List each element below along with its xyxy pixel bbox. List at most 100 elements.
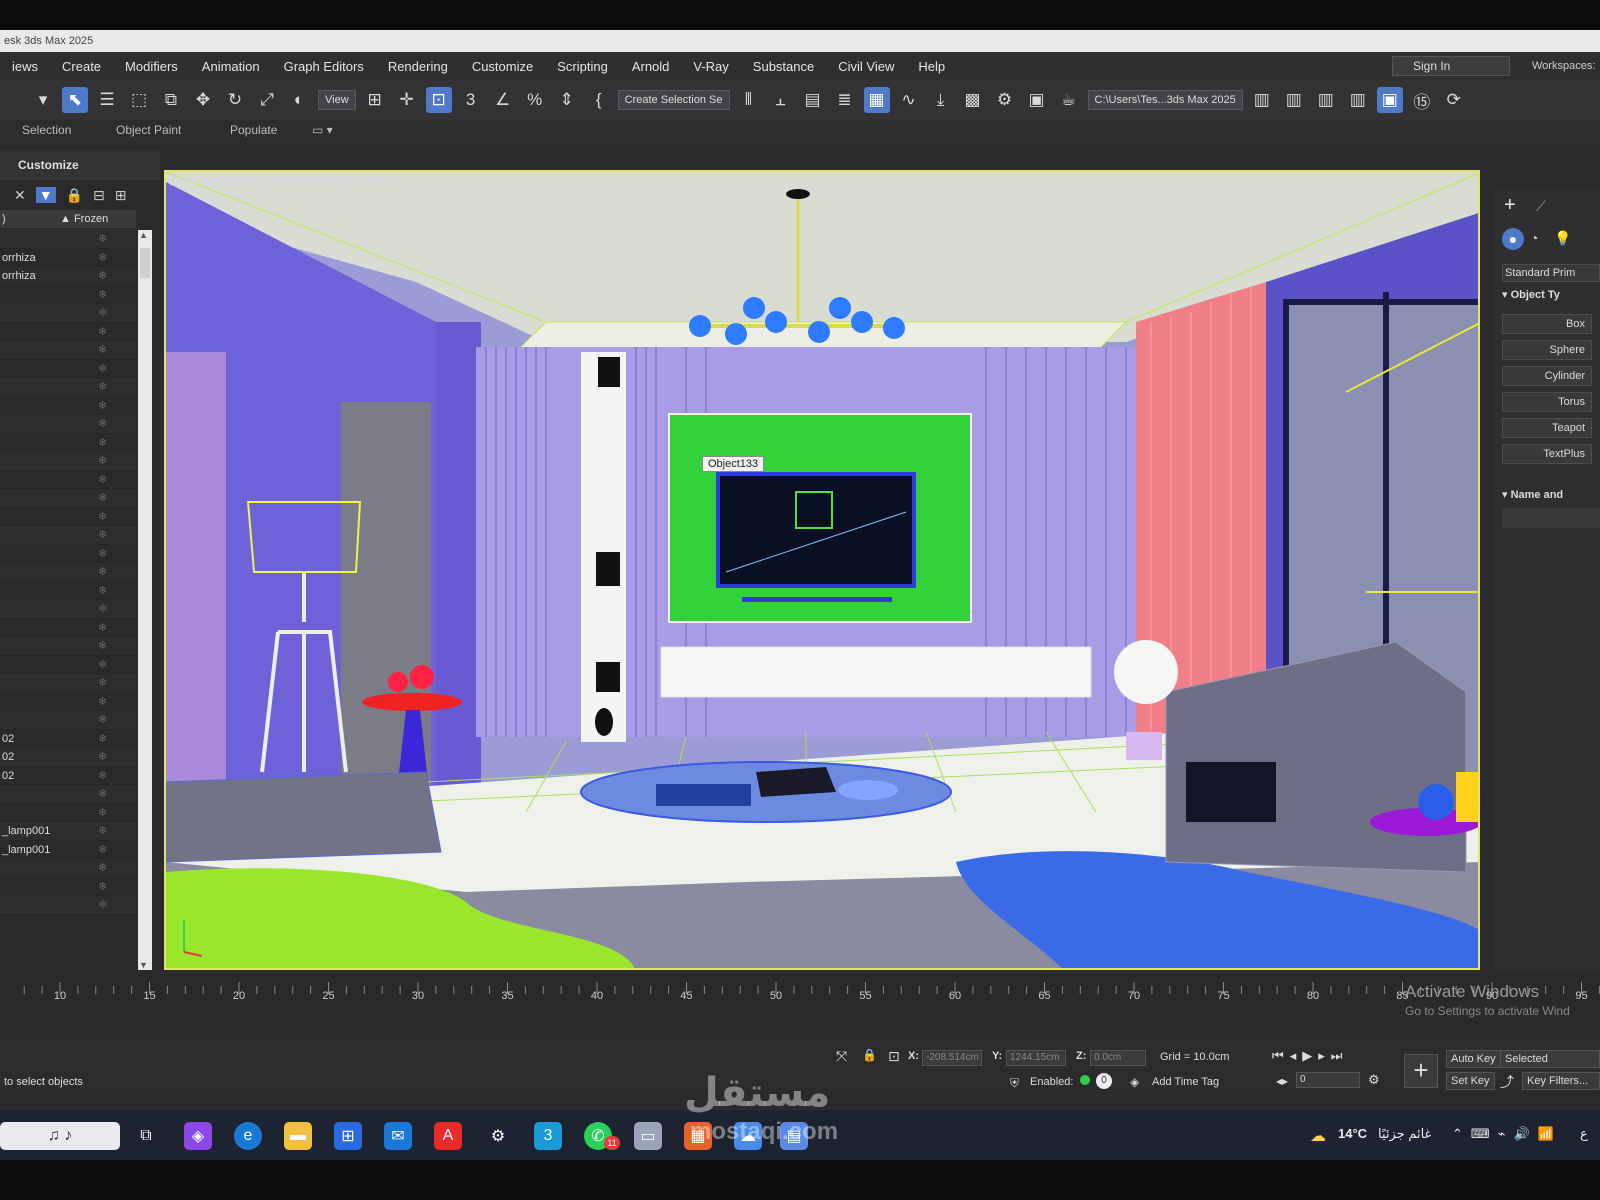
place-icon[interactable]: ◐ — [286, 87, 312, 113]
primitive-type-dropdown[interactable]: Standard Prim — [1502, 264, 1600, 282]
scrollbar-thumb[interactable] — [140, 248, 150, 278]
language-indicator[interactable]: ع — [1580, 1126, 1588, 1142]
close-icon[interactable]: ✕ — [14, 187, 26, 204]
copilot-icon[interactable]: ◈ — [184, 1122, 212, 1150]
scene-row[interactable]: ❄ — [0, 323, 136, 341]
3ds-max-icon[interactable]: 3 — [534, 1122, 562, 1150]
manipulate-icon[interactable]: ⊡ — [425, 87, 452, 113]
menu-animation[interactable]: Animation — [190, 59, 272, 74]
scene-row[interactable]: ❄ — [0, 397, 136, 415]
create-cylinder-button[interactable]: Cylinder — [1502, 366, 1592, 386]
schematic-view-icon[interactable]: ⤓ — [928, 87, 954, 113]
key-mode-icon[interactable]: ◂▸ — [1276, 1074, 1288, 1088]
create-torus-button[interactable]: Torus — [1502, 392, 1592, 412]
scene-row[interactable]: _lamp001 ❄ — [0, 841, 136, 859]
ribbon-populate[interactable]: Populate — [230, 123, 277, 137]
scroll-down-icon[interactable]: ▼ — [139, 960, 148, 970]
freeze-icon[interactable]: ❄ — [98, 249, 107, 267]
scene-row[interactable]: ❄ — [0, 415, 136, 434]
pivot-icon[interactable]: ⊞ — [362, 87, 388, 113]
reference-coordinate-dropdown[interactable]: View — [318, 90, 356, 110]
scene-explorer-icon[interactable]: ▦ — [863, 87, 890, 113]
scroll-up-icon[interactable]: ▲ — [139, 230, 148, 240]
ribbon-toggle-icon[interactable]: ▭ ▾ — [312, 123, 333, 137]
rotate-icon[interactable]: ↻ — [222, 87, 248, 113]
scene-row[interactable]: ❄ — [0, 804, 136, 822]
freeze-icon[interactable]: ❄ — [98, 286, 107, 304]
enabled-indicator-icon[interactable] — [1080, 1075, 1090, 1085]
acrobat-icon[interactable]: A — [434, 1122, 462, 1150]
freeze-icon[interactable]: ❄ — [98, 674, 107, 692]
percent-snap-icon[interactable]: % — [522, 87, 548, 113]
freeze-icon[interactable]: ❄ — [98, 600, 107, 618]
project-icon-3[interactable]: ▥ — [1313, 87, 1339, 113]
scene-row[interactable]: ❄ — [0, 563, 136, 582]
angle-snap-icon[interactable]: ∠ — [490, 87, 516, 113]
rendered-frame-icon[interactable]: ▣ — [1024, 87, 1050, 113]
photos-icon[interactable]: ▭ — [634, 1122, 662, 1150]
scene-row[interactable]: ❄ — [0, 674, 136, 693]
scene-scrollbar[interactable]: ▲ ▼ — [138, 230, 152, 970]
freeze-icon[interactable]: ❄ — [98, 489, 107, 507]
name-field[interactable] — [1502, 508, 1600, 528]
edge-icon[interactable]: e — [234, 1122, 262, 1150]
menu-substance[interactable]: Substance — [741, 59, 826, 74]
freeze-icon[interactable]: ❄ — [98, 341, 107, 359]
freeze-icon[interactable]: ❄ — [98, 230, 107, 248]
create-teapot-button[interactable]: Teapot — [1502, 418, 1592, 438]
toggle-ribbon-icon[interactable]: ≣ — [832, 87, 858, 113]
file-explorer-icon[interactable]: ▬ — [284, 1122, 312, 1150]
freeze-icon[interactable]: ❄ — [98, 693, 107, 711]
time-config-gear-icon[interactable]: ⚙ — [1368, 1072, 1380, 1088]
viewport-label[interactable]: [+] [VRayCam002 ] [Standard ] [Edged Fac… — [170, 174, 397, 186]
scene-row[interactable]: ❄ — [0, 508, 136, 526]
freeze-icon[interactable]: ❄ — [98, 767, 107, 785]
scene-row[interactable]: ❄ — [0, 526, 136, 545]
object-type-rollout[interactable]: ▾ Object Ty — [1502, 288, 1560, 301]
scene-row[interactable]: ❄ — [0, 656, 136, 674]
scene-row[interactable]: ❄ — [0, 600, 136, 619]
scene-row[interactable]: ❄ — [0, 711, 136, 730]
mail-icon[interactable]: ✉ — [384, 1122, 412, 1150]
z-coordinate-field[interactable]: 0.0cm — [1090, 1050, 1146, 1066]
menu-iews[interactable]: iews — [0, 59, 50, 74]
scene-row[interactable]: 02 ❄ — [0, 767, 136, 785]
workspaces-label[interactable]: Workspaces: — [1532, 60, 1595, 72]
project-icon-4[interactable]: ▥ — [1345, 87, 1371, 113]
material-editor-icon[interactable]: ▩ — [960, 87, 986, 113]
menu-create[interactable]: Create — [50, 59, 113, 74]
mirror-icon[interactable]: ⫴ — [736, 87, 762, 113]
key-tangent-icon[interactable]: ⤴ — [1500, 1072, 1514, 1092]
current-frame-field[interactable]: 0 — [1296, 1072, 1360, 1088]
scene-row[interactable]: ❄ — [0, 304, 136, 323]
menu-rendering[interactable]: Rendering — [376, 59, 460, 74]
create-box-button[interactable]: Box — [1502, 314, 1592, 334]
scene-row[interactable]: ❄ — [0, 341, 136, 360]
hierarchy-icon[interactable]: ⊟ — [93, 187, 105, 204]
spinner-snap-icon[interactable]: ⇕ — [554, 87, 580, 113]
render-teapot-icon[interactable]: ☕ — [1056, 87, 1082, 113]
time-config-icon[interactable]: 0 — [1096, 1073, 1112, 1089]
task-view-icon[interactable]: ⧉ — [132, 1122, 160, 1150]
y-coordinate-field[interactable]: 1244.15cm — [1006, 1050, 1066, 1066]
project-folder-dropdown[interactable]: C:\Users\Tes...3ds Max 2025 — [1087, 90, 1243, 110]
time-tag-icon[interactable]: ◈ — [1130, 1075, 1139, 1089]
freeze-icon[interactable]: ❄ — [98, 656, 107, 674]
scene-row[interactable]: ❄ — [0, 637, 136, 656]
scene-row[interactable]: ❄ — [0, 619, 136, 637]
scene-row[interactable]: ❄ — [0, 896, 136, 915]
settings-icon[interactable]: ⚙ — [484, 1122, 512, 1150]
render-setup-icon[interactable]: ⚙ — [992, 87, 1018, 113]
freeze-icon[interactable]: ❄ — [98, 471, 107, 489]
menu-customize[interactable]: Customize — [460, 59, 545, 74]
scene-row[interactable]: ❄ — [0, 582, 136, 600]
refresh-icon[interactable]: ⟳ — [1441, 87, 1467, 113]
freeze-icon[interactable]: ❄ — [98, 859, 107, 877]
scene-row[interactable]: ❄ — [0, 785, 136, 804]
lock-icon[interactable]: 🔒 — [66, 187, 83, 204]
project-icon-2[interactable]: ▥ — [1281, 87, 1307, 113]
scale-icon[interactable]: ⤢ — [254, 87, 280, 113]
scene-row[interactable]: ❄ — [0, 230, 136, 249]
freeze-icon[interactable]: ❄ — [98, 267, 107, 285]
freeze-icon[interactable]: ❄ — [98, 563, 107, 581]
